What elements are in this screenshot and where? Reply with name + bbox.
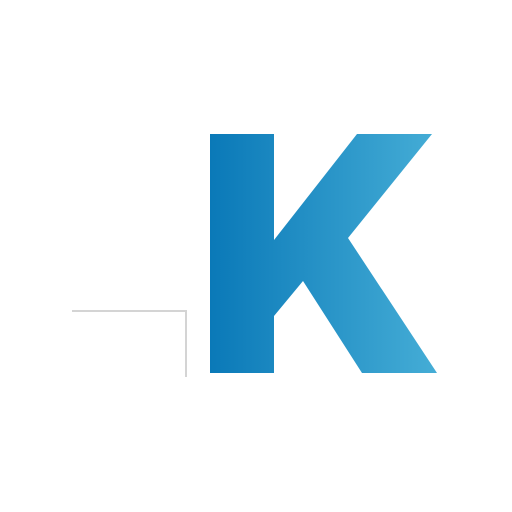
- logo-canvas: [0, 0, 512, 512]
- k-logo-icon: [72, 134, 437, 377]
- k-letter-shape: [210, 134, 437, 373]
- frame-line: [72, 310, 187, 377]
